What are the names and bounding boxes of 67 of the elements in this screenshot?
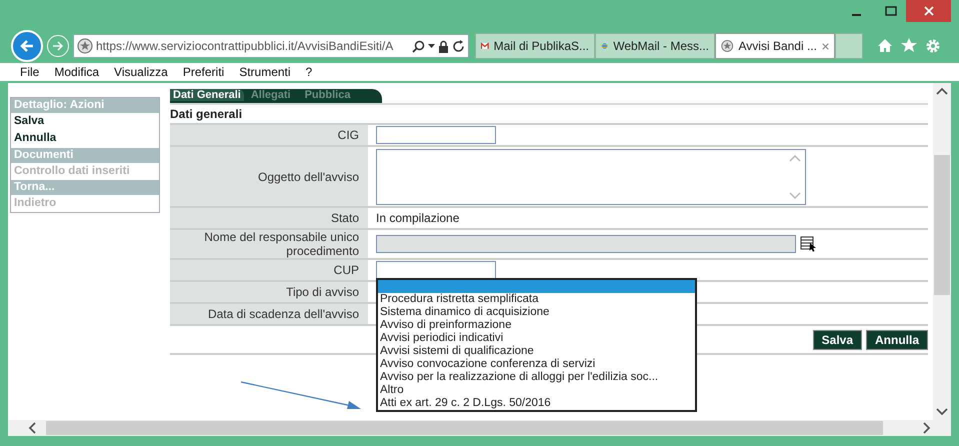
menu-item[interactable]: Modifica — [54, 63, 100, 81]
page-tab[interactable]: Dati Generali — [170, 89, 244, 101]
field-label: Oggetto dell'avviso — [256, 170, 359, 184]
browser-tab[interactable]: Mail di PublikaS... — [475, 33, 595, 59]
emblem-icon — [721, 38, 734, 54]
sidebar-heading: Dettaglio: Azioni — [11, 98, 159, 113]
field-label: Stato — [330, 211, 359, 225]
close-icon[interactable] — [822, 42, 829, 50]
back-button[interactable] — [11, 30, 43, 62]
dropdown-option[interactable]: Sistema dinamico di acquisizione — [378, 306, 695, 319]
dropdown-option[interactable]: Avviso per la realizzazione di alloggi per l'edilizia soc... — [378, 371, 695, 384]
close-icon — [924, 6, 934, 16]
menu-item[interactable]: File — [20, 63, 40, 81]
emblem-icon — [77, 38, 93, 54]
address-text: https://www.serviziocontrattipubblici.it/AvvisiBandiEsiti/A — [96, 38, 394, 55]
dropdown-option[interactable]: Procedura ristretta semplificata — [378, 293, 695, 306]
star-icon[interactable] — [901, 38, 917, 53]
mail-icon — [481, 40, 489, 52]
field-label: Tipo di avviso — [285, 285, 359, 299]
section-title: Dati generali — [170, 106, 244, 123]
text-field[interactable] — [376, 261, 496, 279]
address-bar[interactable]: https://www.serviziocontrattipubblici.it/AvvisiBandiEsiti/A — [73, 34, 469, 58]
browser-tab[interactable]: Avvisi Bandi ... — [715, 33, 835, 59]
text-field[interactable] — [376, 235, 796, 253]
dropdown-option[interactable]: Atti ex art. 29 c. 2 D.Lgs. 50/2016 — [378, 397, 695, 410]
search-icon[interactable] — [412, 40, 425, 52]
vertical-scrollbar[interactable] — [933, 83, 951, 420]
refresh-icon[interactable] — [452, 40, 465, 52]
dropdown-option[interactable]: Avviso di preinformazione — [378, 319, 695, 332]
scroll-left-icon[interactable] — [28, 422, 36, 434]
sidebar-link[interactable]: Annulla — [11, 130, 159, 148]
menu-item[interactable]: ? — [306, 63, 312, 81]
settings-icon[interactable] — [925, 38, 941, 54]
field-label: CUP — [332, 263, 359, 277]
dropdown-option[interactable]: Avvisi periodici indicativi — [378, 332, 695, 345]
dropdown-option[interactable]: Avvisi sistemi di qualificazione — [378, 345, 695, 358]
sidebar-heading: Torna... — [11, 180, 159, 195]
menu-item[interactable]: Strumenti — [239, 63, 291, 81]
menu-item[interactable]: Visualizza — [114, 63, 168, 81]
lookup-icon[interactable] — [800, 236, 818, 252]
horizontal-scrollbar[interactable] — [8, 420, 951, 436]
sidebar-heading: Documenti — [11, 148, 159, 162]
browser-tab[interactable]: WebMail - Mess... — [595, 33, 715, 59]
sidebar-link[interactable]: Salva — [11, 113, 159, 130]
forward-arrow-icon — [52, 40, 64, 52]
close-button[interactable] — [906, 0, 951, 22]
dropdown-option[interactable]: Altro — [378, 384, 695, 397]
home-icon[interactable] — [877, 38, 893, 53]
tab-title: WebMail - Mess... — [613, 38, 709, 55]
form-button[interactable]: Annulla — [866, 330, 928, 350]
dropdown-option[interactable]: Avviso convocazione conferenza di servizi — [378, 358, 695, 371]
scroll-right-icon[interactable] — [923, 422, 931, 434]
text-field[interactable] — [376, 126, 496, 144]
menu-item[interactable]: Preferiti — [182, 63, 224, 81]
scroll-down-icon[interactable] — [936, 408, 948, 416]
dropdown-caret-icon[interactable] — [428, 44, 435, 48]
field-label: Nome del responsabile unico procedimento — [203, 230, 359, 258]
back-arrow-icon — [19, 38, 35, 54]
tab-title: Mail di PublikaS... — [494, 38, 589, 55]
lock-icon — [438, 40, 449, 52]
field-value: In compilazione — [376, 210, 460, 227]
forward-button[interactable] — [47, 35, 69, 57]
tab-title: Avvisi Bandi ... — [738, 38, 817, 55]
scroll-up-icon[interactable] — [936, 87, 948, 95]
form-button[interactable]: Salva — [812, 330, 862, 350]
field-label: CIG — [336, 128, 359, 142]
field-label: Data di scadenza dell'avviso — [206, 307, 359, 321]
